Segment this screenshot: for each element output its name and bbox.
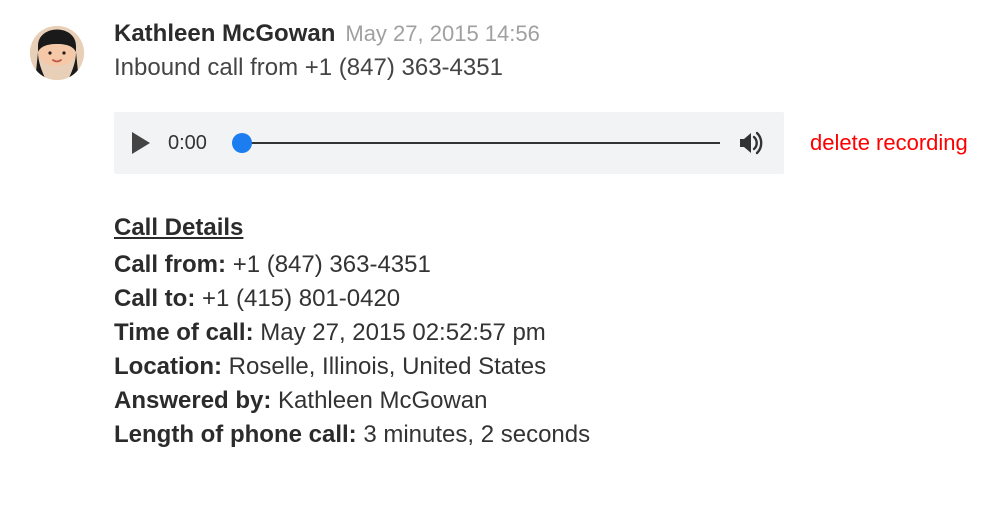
entry-timestamp: May 27, 2015 14:56	[345, 21, 539, 47]
detail-call-from: Call from: +1 (847) 363-4351	[114, 248, 970, 282]
entry-header: Kathleen McGowan May 27, 2015 14:56	[114, 20, 970, 48]
avatar	[30, 26, 84, 80]
detail-label: Location:	[114, 353, 222, 380]
detail-label: Length of phone call:	[114, 421, 357, 448]
detail-label: Call from:	[114, 251, 226, 278]
detail-value: +1 (847) 363-4351	[233, 251, 431, 278]
detail-label: Answered by:	[114, 387, 271, 414]
call-details: Call Details Call from: +1 (847) 363-435…	[114, 214, 970, 452]
detail-value: +1 (415) 801-0420	[202, 285, 400, 312]
detail-value: Kathleen McGowan	[278, 387, 487, 414]
detail-value: Roselle, Illinois, United States	[229, 353, 546, 380]
volume-icon[interactable]	[738, 131, 766, 155]
play-icon[interactable]	[132, 132, 150, 154]
detail-label: Time of call:	[114, 319, 254, 346]
call-details-title: Call Details	[114, 214, 970, 242]
progress-track	[234, 142, 720, 144]
detail-call-to: Call to: +1 (415) 801-0420	[114, 282, 970, 316]
detail-time: Time of call: May 27, 2015 02:52:57 pm	[114, 316, 970, 350]
call-log-entry: Kathleen McGowan May 27, 2015 14:56 Inbo…	[30, 20, 970, 452]
player-current-time: 0:00	[168, 132, 216, 155]
progress-bar[interactable]	[234, 131, 720, 155]
detail-answered-by: Answered by: Kathleen McGowan	[114, 384, 970, 418]
detail-value: May 27, 2015 02:52:57 pm	[260, 319, 546, 346]
detail-length: Length of phone call: 3 minutes, 2 secon…	[114, 418, 970, 452]
player-row: 0:00 delete recording	[114, 112, 970, 174]
audio-player: 0:00	[114, 112, 784, 174]
progress-thumb[interactable]	[232, 133, 252, 153]
detail-label: Call to:	[114, 285, 195, 312]
call-summary: Inbound call from +1 (847) 363-4351	[114, 54, 970, 82]
delete-recording-link[interactable]: delete recording	[810, 130, 968, 156]
detail-value: 3 minutes, 2 seconds	[363, 421, 590, 448]
entry-content: Kathleen McGowan May 27, 2015 14:56 Inbo…	[114, 20, 970, 452]
detail-location: Location: Roselle, Illinois, United Stat…	[114, 350, 970, 384]
author-name: Kathleen McGowan	[114, 20, 335, 48]
